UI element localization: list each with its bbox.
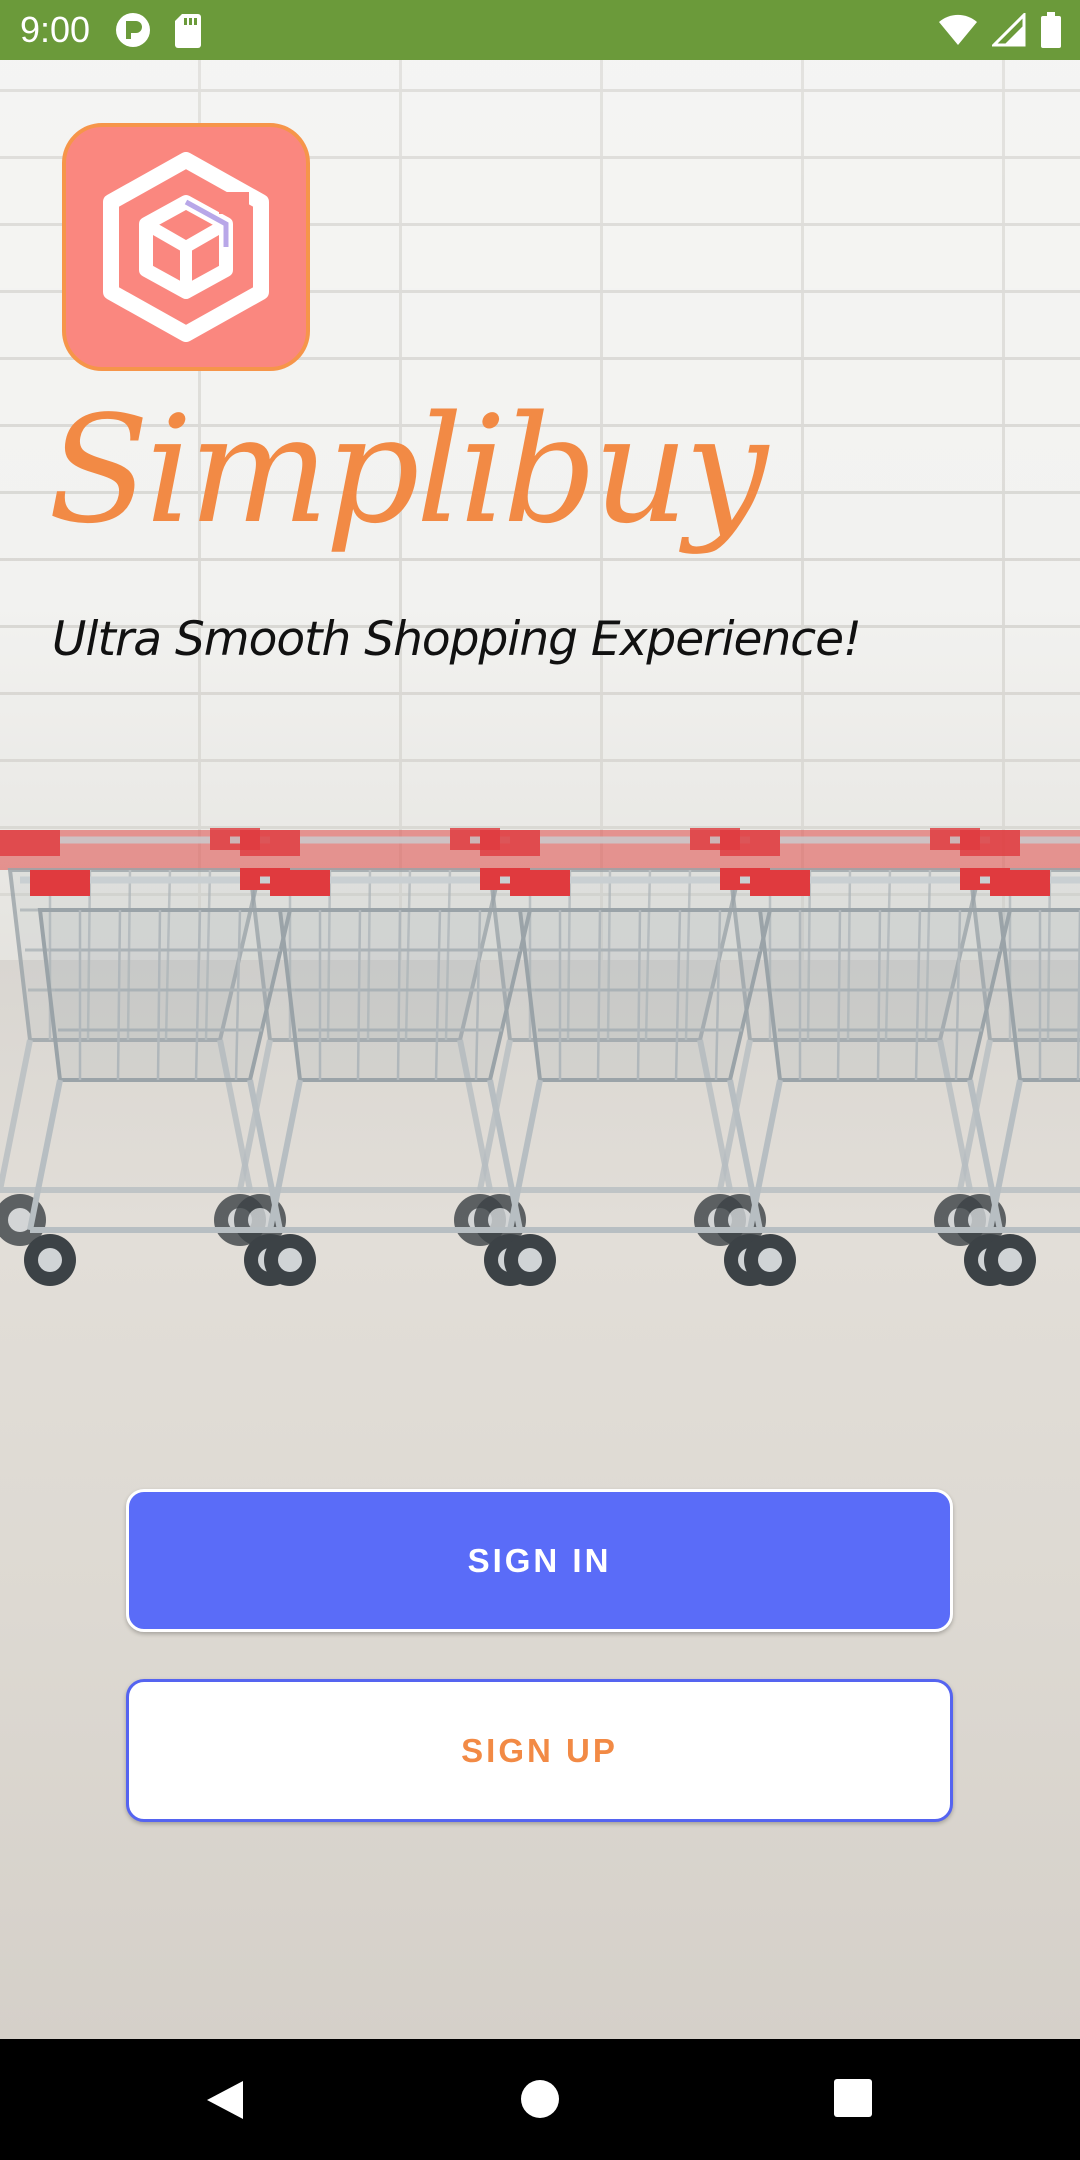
hexagon-box-logo-icon — [103, 152, 269, 342]
system-nav-bar — [0, 2039, 1080, 2160]
sign-up-button[interactable]: SIGN UP — [126, 1679, 953, 1822]
battery-icon — [1040, 12, 1062, 53]
status-time: 9:00 — [20, 9, 91, 50]
sd-card-icon — [174, 12, 202, 53]
wifi-icon — [938, 13, 978, 52]
app-name: Simplibuy — [48, 384, 768, 556]
app-logo — [62, 123, 310, 371]
sign-in-button[interactable]: SIGN IN — [126, 1489, 953, 1632]
signal-icon — [990, 11, 1026, 52]
cloud-p-icon — [115, 12, 151, 53]
recents-icon[interactable] — [834, 2079, 872, 2122]
status-bar: 9:00 — [0, 0, 1080, 60]
shopping-carts-image — [0, 740, 1080, 1460]
home-icon[interactable] — [520, 2079, 560, 2124]
app-tagline: Ultra Smooth Shopping Experience! — [52, 612, 862, 667]
back-icon[interactable] — [205, 2079, 245, 2126]
